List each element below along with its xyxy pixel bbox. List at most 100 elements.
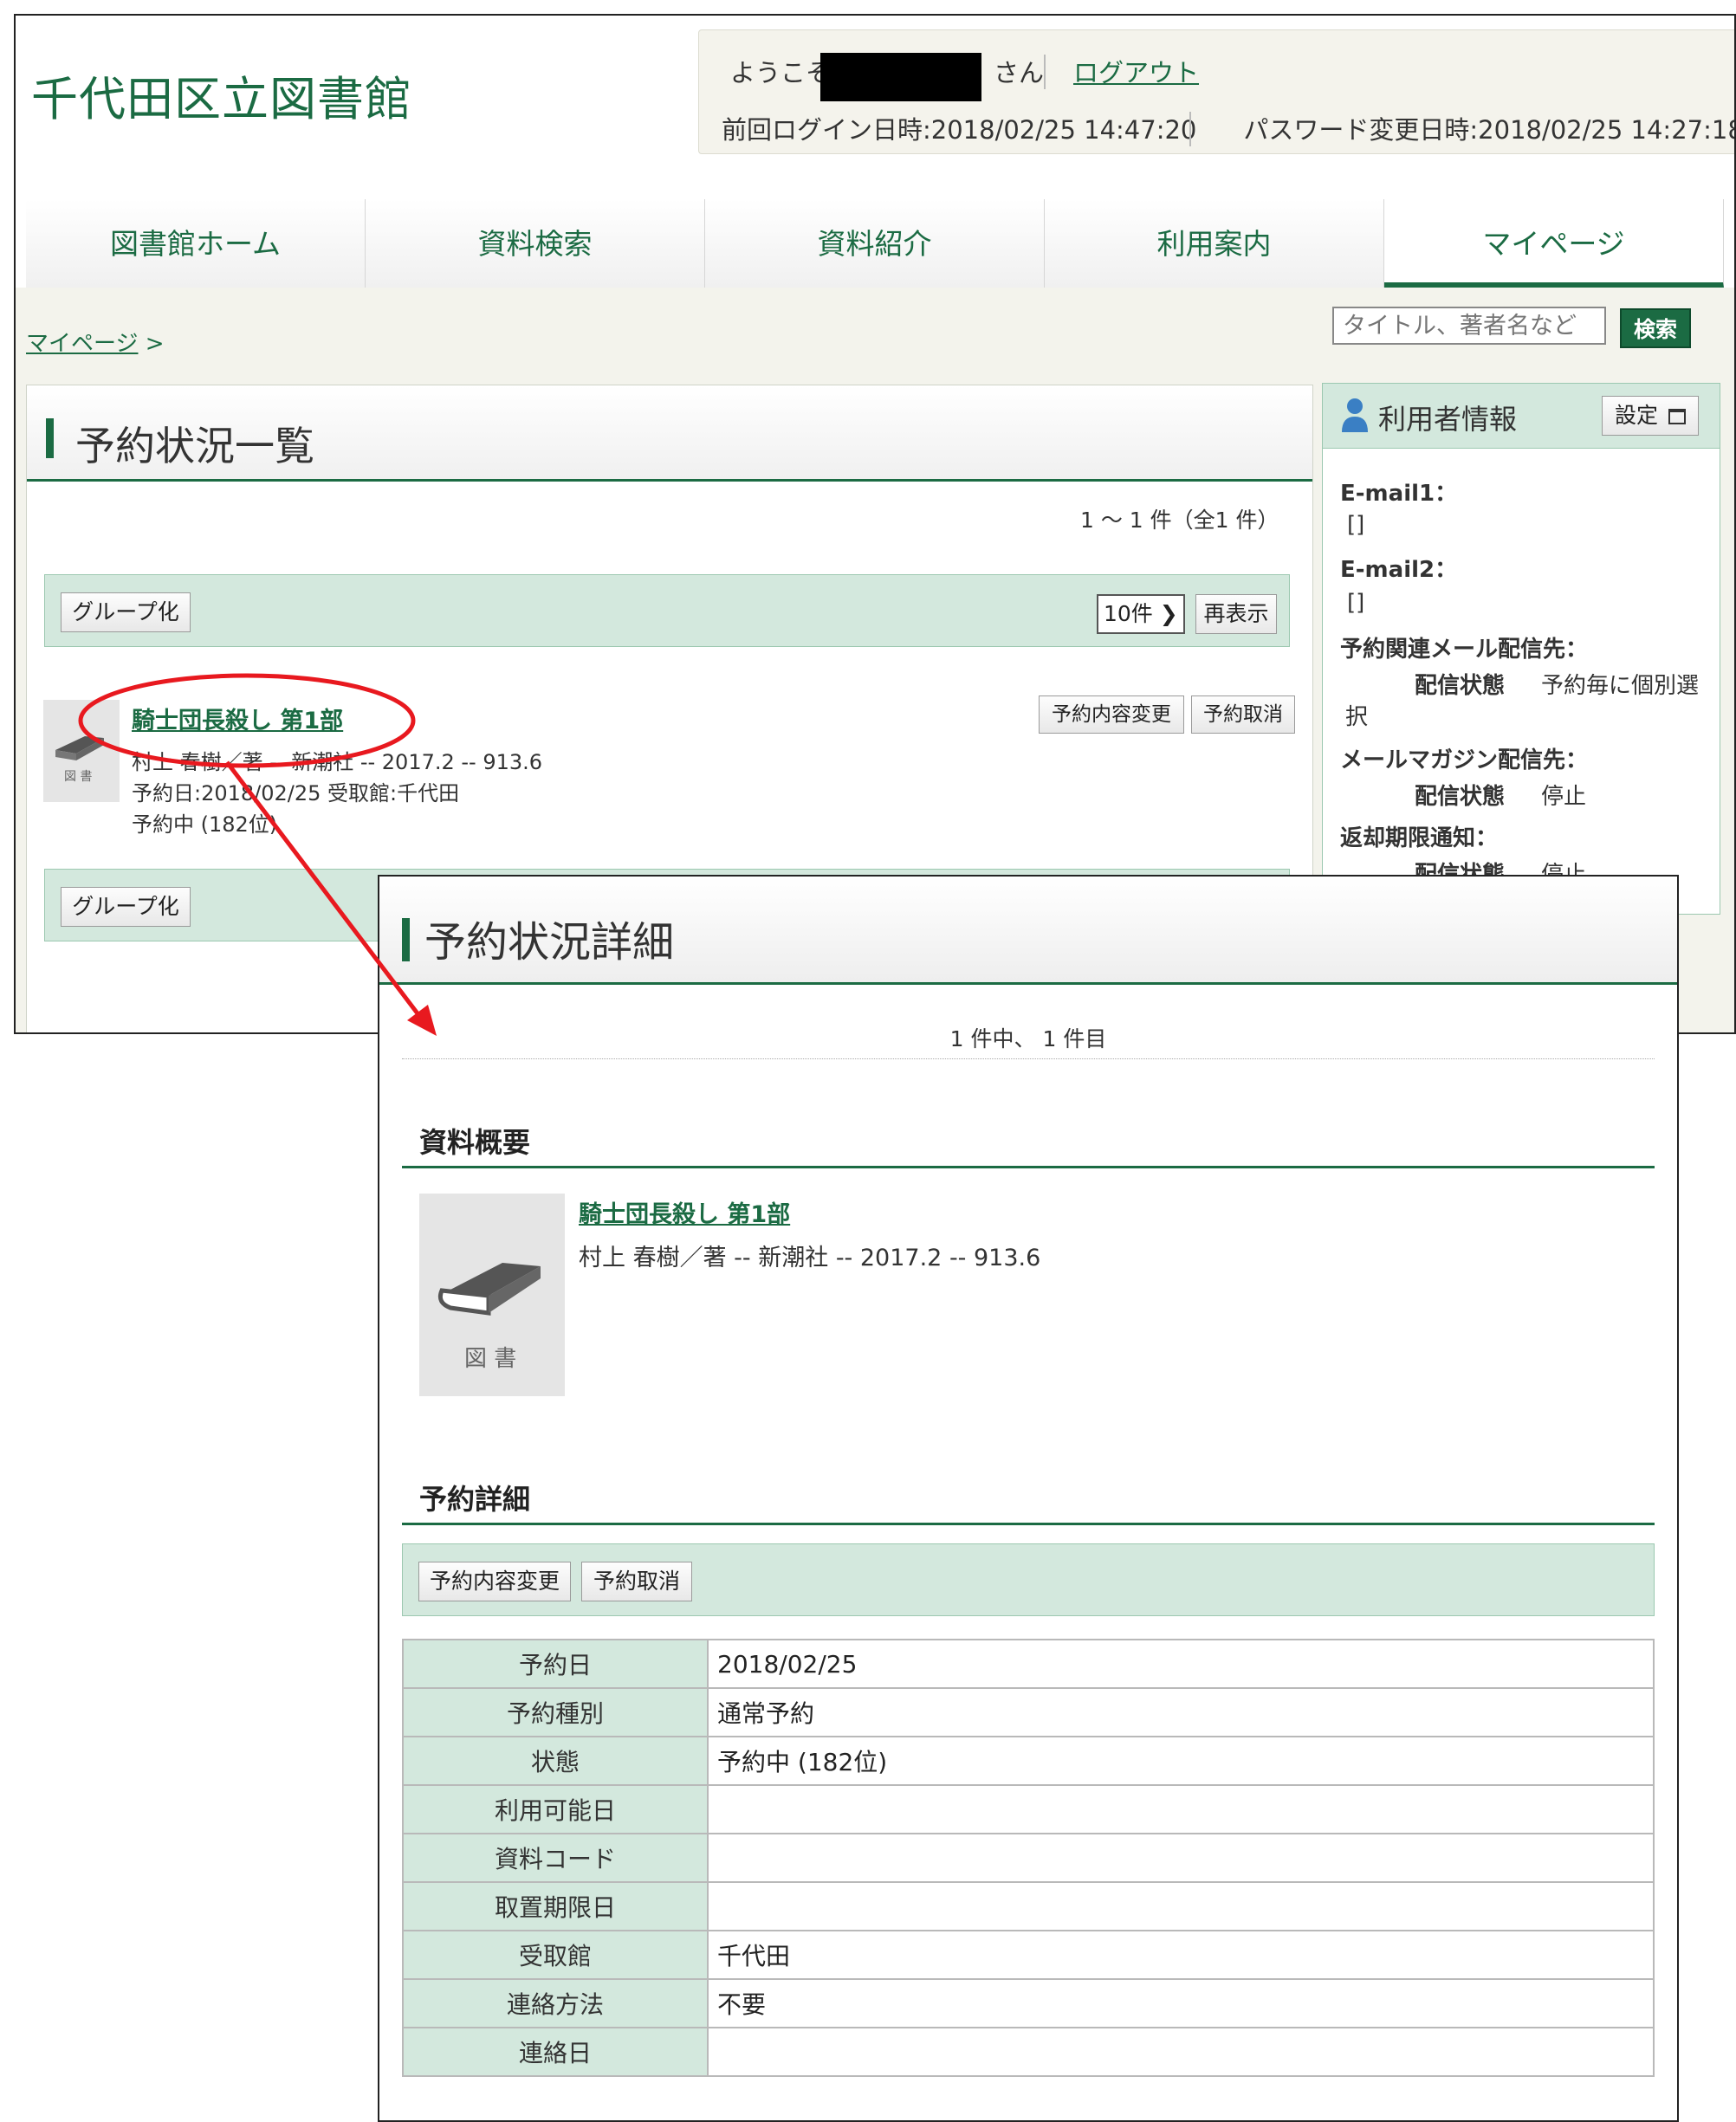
thumb-label: 図 書 <box>64 770 93 784</box>
reservation-mail-label: 予約関連メール配信先： <box>1340 637 1589 663</box>
detail-row-value: 通常予約 <box>707 1687 1655 1737</box>
detail-item-meta: 村上 春樹／著 -- 新潮社 -- 2017.2 -- 913.6 <box>579 1245 1041 1271</box>
detail-row-value <box>707 1881 1655 1931</box>
cancel-reservation-button[interactable]: 予約取消 <box>1191 695 1295 734</box>
thumb-label: 図 書 <box>464 1346 517 1372</box>
per-page-select[interactable]: 10件 ❯ <box>1097 594 1185 634</box>
detail-row-value: 2018/02/25 <box>707 1639 1655 1689</box>
detail-count: 1 件中、 1 件目 <box>949 1026 1107 1051</box>
welcome-box: ようこそ さん ログアウト 前回ログイン日時:2018/02/25 14:47:… <box>698 29 1736 154</box>
user-icon <box>1342 398 1368 432</box>
detail-row: 予約日 2018/02/25 <box>402 1639 1655 1689</box>
email2-value: [] <box>1347 590 1365 616</box>
detail-toolbar: 予約内容変更 予約取消 <box>402 1543 1655 1616</box>
detail-row-label: 連絡日 <box>402 2027 709 2077</box>
delivery-state-label: 配信状態 <box>1415 673 1506 699</box>
main-nav: 図書館ホーム 資料検索 資料紹介 利用案内 マイページ <box>26 199 1734 288</box>
detail-row: 受取館 千代田 <box>402 1930 1655 1980</box>
breadcrumb: マイページ > <box>26 326 165 358</box>
reservation-mail-value: 予約毎に個別選 <box>1541 673 1700 699</box>
user-info-panel: 利用者情報 設定 E-mail1： [] E-mail2： [] 予約関連メール… <box>1322 383 1720 915</box>
detail-row: 取置期限日 <box>402 1881 1655 1931</box>
welcome-suffix: さん <box>994 58 1045 87</box>
email2-label: E-mail2： <box>1340 557 1458 583</box>
section-rule <box>402 1523 1655 1525</box>
nav-guide[interactable]: 利用案内 <box>1045 199 1384 288</box>
divider <box>1189 112 1191 146</box>
cancel-reservation-button[interactable]: 予約取消 <box>581 1562 692 1601</box>
settings-button[interactable]: 設定 <box>1602 396 1699 436</box>
redacted-username <box>820 53 981 101</box>
result-count: 1 ～ 1 件（全1 件） <box>1080 508 1279 533</box>
password-changed: パスワード変更日時:2018/02/25 14:27:18 <box>1243 115 1736 145</box>
detail-row-value <box>707 2027 1655 2077</box>
divider <box>402 1058 1655 1059</box>
redisplay-button[interactable]: 再表示 <box>1195 594 1277 634</box>
heading-marker <box>46 418 54 458</box>
page-title: 予約状況一覧 <box>75 423 314 469</box>
detail-row-label: 状態 <box>402 1736 709 1786</box>
item-title-link[interactable]: 騎士団長殺し 第1部 <box>132 702 343 735</box>
item-meta: 村上 春樹／著 -- 新潮社 -- 2017.2 -- 913.6 <box>132 750 543 774</box>
detail-row-value: 千代田 <box>707 1930 1655 1980</box>
chevron-down-icon: ❯ <box>1159 601 1178 626</box>
group-button[interactable]: グループ化 <box>61 592 191 632</box>
search-button[interactable]: 検索 <box>1620 308 1691 348</box>
detail-row-value: 予約中 (182位) <box>707 1736 1655 1786</box>
email1-value: [] <box>1347 512 1365 538</box>
detail-row-value <box>707 1833 1655 1883</box>
return-notice-label: 返却期限通知： <box>1340 825 1499 851</box>
breadcrumb-mypage-link[interactable]: マイページ <box>26 331 138 357</box>
book-thumbnail-large[interactable]: 図 書 <box>419 1194 565 1396</box>
site-header: 千代田区立図書館 ようこそ さん ログアウト 前回ログイン日時:2018/02/… <box>16 16 1736 288</box>
reservation-detail-table: 予約日 2018/02/25 予約種別 通常予約 状態 予約中 (182位) 利用可能日 資料… <box>402 1639 1655 2077</box>
last-login: 前回ログイン日時:2018/02/25 14:47:20 <box>722 115 1197 145</box>
detail-row-label: 利用可能日 <box>402 1784 709 1834</box>
reservation-mail-value-wrap: 択 <box>1345 704 1369 730</box>
nav-mypage[interactable]: マイページ <box>1384 199 1724 288</box>
detail-row-label: 受取館 <box>402 1930 709 1980</box>
item-status: 予約中 (182位) <box>132 812 278 837</box>
item-reservation-info: 予約日:2018/02/25 受取館:千代田 <box>132 781 460 805</box>
change-reservation-button[interactable]: 予約内容変更 <box>418 1562 571 1601</box>
list-header: 予約状況一覧 <box>27 385 1312 482</box>
overview-title: 資料概要 <box>419 1126 531 1159</box>
change-reservation-button[interactable]: 予約内容変更 <box>1039 695 1184 734</box>
detail-row: 連絡方法 不要 <box>402 1978 1655 2028</box>
detail-row-label: 資料コード <box>402 1833 709 1883</box>
book-icon <box>55 736 104 760</box>
magazine-value: 停止 <box>1541 784 1587 810</box>
nav-introduction[interactable]: 資料紹介 <box>705 199 1045 288</box>
section-rule <box>402 1166 1655 1168</box>
detail-row-label: 予約種別 <box>402 1687 709 1737</box>
welcome-prefix: ようこそ <box>730 58 832 87</box>
site-title[interactable]: 千代田区立図書館 <box>31 61 412 129</box>
logout-link[interactable]: ログアウト <box>1073 53 1199 89</box>
delivery-state-label: 配信状態 <box>1415 784 1506 810</box>
last-login-text: 前回ログイン日時:2018/02/25 14:47:20 パスワード変更日時:20… <box>722 110 1736 146</box>
detail-title: 予約状況詳細 <box>424 918 675 967</box>
email1-label: E-mail1： <box>1340 481 1458 507</box>
detail-rows: 予約日 2018/02/25 予約種別 通常予約 状態 予約中 (182位) 利用可能日 資料… <box>402 1639 1655 2077</box>
detail-row-label: 連絡方法 <box>402 1978 709 2028</box>
search-input[interactable] <box>1332 307 1606 345</box>
detail-header: 予約状況詳細 <box>379 877 1677 985</box>
reservation-detail-title: 予約詳細 <box>419 1483 531 1516</box>
detail-row: 状態 予約中 (182位) <box>402 1736 1655 1786</box>
nav-search[interactable]: 資料検索 <box>366 199 705 288</box>
detail-row: 利用可能日 <box>402 1784 1655 1834</box>
breadcrumb-separator: > <box>145 331 165 357</box>
detail-row-label: 取置期限日 <box>402 1881 709 1931</box>
detail-row-value <box>707 1784 1655 1834</box>
detail-row-value: 不要 <box>707 1978 1655 2028</box>
magazine-label: メールマガジン配信先： <box>1340 747 1589 773</box>
divider <box>1044 55 1046 89</box>
per-page-value: 10件 <box>1104 601 1153 626</box>
book-thumbnail[interactable]: 図 書 <box>43 700 120 802</box>
detail-row-label: 予約日 <box>402 1639 709 1689</box>
detail-item-title-link[interactable]: 騎士団長殺し 第1部 <box>579 1195 790 1229</box>
group-button[interactable]: グループ化 <box>61 887 191 927</box>
detail-row: 資料コード <box>402 1833 1655 1883</box>
nav-home[interactable]: 図書館ホーム <box>26 199 366 288</box>
list-toolbar-top: グループ化 10件 ❯ 再表示 <box>44 574 1290 647</box>
